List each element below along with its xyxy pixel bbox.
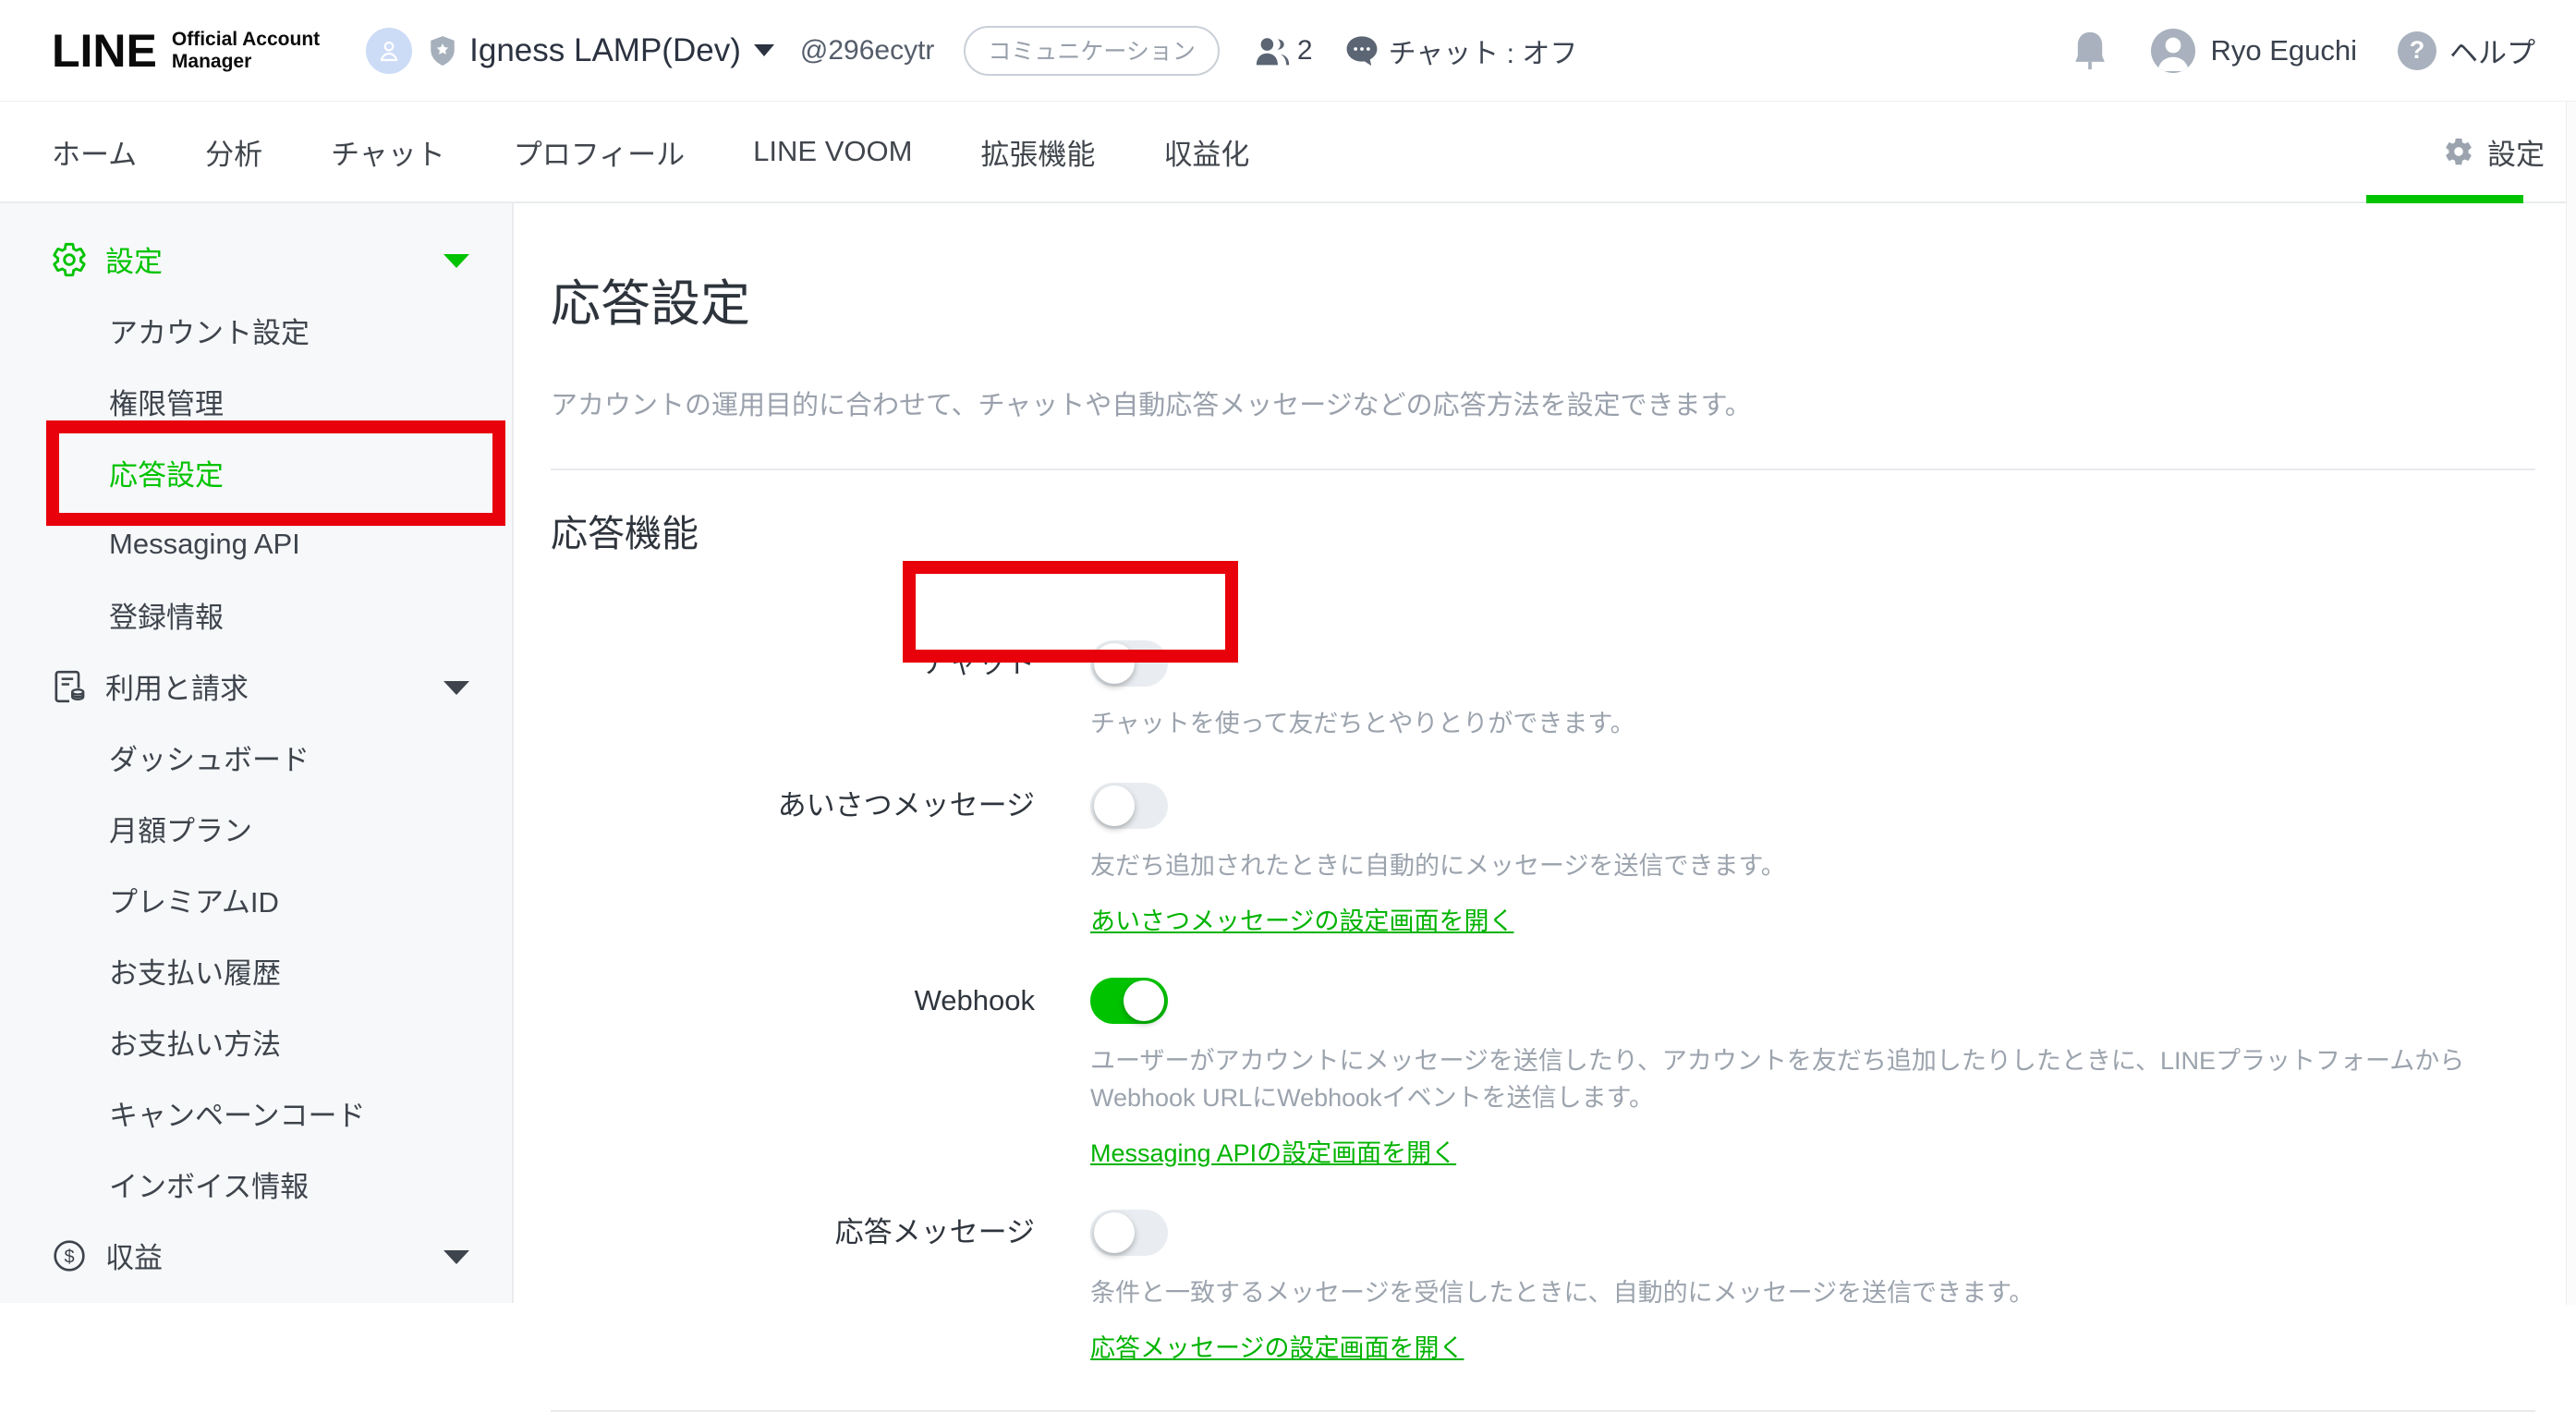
response-settings-form: チャット チャットを使って友だちとやりとりができます。 あいさつメッセージ 友だ…	[551, 640, 2535, 1412]
sidebar-item-registration-info[interactable]: 登録情報	[0, 579, 512, 651]
header-right: Ryo Eguchi ? ヘルプ	[2070, 29, 2535, 73]
sidebar-group-billing-label: 利用と請求	[105, 665, 249, 707]
chat-toggle-description: チャットを使って友だちとやりとりができます。	[1090, 705, 2535, 742]
friends-count: 2	[1253, 34, 1313, 67]
friends-count-value: 2	[1297, 35, 1313, 67]
toggle-knob	[1094, 785, 1135, 826]
svg-text:$: $	[64, 1247, 74, 1267]
greeting-toggle-label: あいさつメッセージ	[551, 783, 1035, 937]
sidebar-item-payment-history[interactable]: お支払い履歴	[0, 935, 512, 1006]
help-icon[interactable]: ?	[2398, 31, 2436, 70]
user-avatar[interactable]	[2151, 29, 2195, 73]
primary-nav: ホーム 分析 チャット プロフィール LINE VOOM 拡張機能 収益化 設定	[0, 102, 2576, 203]
sidebar-item-monthly-plan[interactable]: 月額プラン	[0, 793, 512, 864]
tab-home[interactable]: ホーム	[52, 131, 137, 173]
form-row-response-message: 応答メッセージ 条件と一致するメッセージを受信したときに、自動的にメッセージを送…	[551, 1210, 2535, 1364]
toggle-knob	[1094, 1212, 1135, 1253]
scrollbar-track[interactable]	[2566, 102, 2576, 1305]
active-tab-indicator	[2366, 195, 2523, 203]
section-title-response-features: 応答機能	[551, 504, 2535, 557]
greeting-toggle-description: 友だち追加されたときに自動的にメッセージを送信できます。	[1090, 847, 2535, 884]
person-icon	[375, 37, 403, 65]
gear-icon	[50, 240, 89, 279]
friends-icon	[1253, 34, 1290, 67]
response-message-settings-link[interactable]: 応答メッセージの設定画面を開く	[1090, 1334, 1464, 1362]
help-label[interactable]: ヘルプ	[2449, 30, 2535, 71]
page-subtitle: アカウントの運用目的に合わせて、チャットや自動応答メッセージなどの応答方法を設定…	[551, 383, 2535, 422]
account-selector[interactable]: Igness LAMP(Dev)	[366, 28, 774, 74]
chevron-down-icon	[754, 44, 774, 56]
greeting-settings-link[interactable]: あいさつメッセージの設定画面を開く	[1090, 907, 1513, 935]
response-message-toggle-description: 条件と一致するメッセージを受信したときに、自動的にメッセージを送信できます。	[1090, 1274, 2535, 1311]
line-logo-text: LINE	[52, 24, 157, 78]
line-logo-subtext: Official Account Manager	[172, 29, 320, 73]
webhook-toggle-description: ユーザーがアカウントにメッセージを送信したり、アカウントを友だち追加したりしたと…	[1090, 1042, 2535, 1116]
chevron-down-icon	[444, 254, 469, 268]
notifications-bell-icon[interactable]	[2070, 29, 2110, 73]
tab-settings[interactable]: 設定	[2443, 102, 2545, 201]
sidebar-item-response-settings[interactable]: 応答設定	[0, 437, 512, 508]
line-logo: LINE Official Account Manager	[52, 24, 320, 78]
form-row-chat: チャット チャットを使って友だちとやりとりができます。	[551, 640, 2535, 742]
sidebar-group-billing[interactable]: 利用と請求	[0, 651, 512, 722]
gear-icon	[2443, 136, 2474, 167]
sidebar-item-invoice-info[interactable]: インボイス情報	[0, 1149, 512, 1220]
sidebar-item-payment-method[interactable]: お支払い方法	[0, 1006, 512, 1077]
tab-extensions[interactable]: 拡張機能	[980, 131, 1095, 173]
sidebar-item-premium-id[interactable]: プレミアムID	[0, 864, 512, 935]
page-body: 設定 アカウント設定 権限管理 応答設定 Messaging API 登録情報 …	[0, 203, 2576, 1303]
chat-toggle[interactable]	[1090, 640, 1168, 687]
response-message-toggle-label: 応答メッセージ	[551, 1210, 1035, 1364]
app-header: LINE Official Account Manager Igness LAM…	[0, 0, 2576, 102]
form-row-greeting-message: あいさつメッセージ 友だち追加されたときに自動的にメッセージを送信できます。 あ…	[551, 783, 2535, 937]
main-content: 応答設定 アカウントの運用目的に合わせて、チャットや自動応答メッセージなどの応答…	[514, 203, 2576, 1303]
user-name[interactable]: Ryo Eguchi	[2210, 34, 2357, 67]
tab-monetization[interactable]: 収益化	[1163, 131, 1249, 173]
webhook-toggle[interactable]	[1090, 978, 1168, 1024]
chat-status: チャット : オフ	[1344, 30, 1578, 71]
sidebar-item-messaging-api[interactable]: Messaging API	[0, 508, 512, 579]
sidebar-group-revenue[interactable]: $ 収益	[0, 1220, 512, 1291]
sidebar-group-settings[interactable]: 設定	[0, 224, 512, 295]
billing-document-icon	[50, 667, 89, 706]
settings-sidebar: 設定 アカウント設定 権限管理 応答設定 Messaging API 登録情報 …	[0, 203, 514, 1303]
webhook-toggle-label: Webhook	[551, 978, 1035, 1169]
account-name: Igness LAMP(Dev)	[469, 32, 741, 69]
sidebar-item-permissions[interactable]: 権限管理	[0, 366, 512, 437]
chevron-down-icon	[444, 681, 469, 695]
toggle-knob	[1094, 643, 1135, 684]
greeting-message-toggle[interactable]	[1090, 783, 1168, 829]
messaging-api-settings-link[interactable]: Messaging APIの設定画面を開く	[1090, 1139, 1456, 1167]
sidebar-item-campaign-code[interactable]: キャンペーンコード	[0, 1077, 512, 1149]
verified-badge-icon	[429, 35, 456, 67]
sidebar-group-settings-label: 設定	[105, 238, 163, 280]
response-message-toggle[interactable]	[1090, 1210, 1168, 1256]
chevron-down-icon	[444, 1250, 469, 1264]
tab-analytics[interactable]: 分析	[205, 131, 262, 173]
toggle-knob	[1124, 980, 1164, 1021]
chat-status-label: チャット : オフ	[1389, 30, 1578, 71]
person-icon	[2151, 29, 2195, 73]
account-id: @296ecytr	[800, 35, 935, 67]
sidebar-item-dashboard[interactable]: ダッシュボード	[0, 722, 512, 793]
account-type-badge: コミュニケーション	[964, 26, 1220, 76]
chat-toggle-label: チャット	[551, 640, 1035, 742]
account-avatar	[366, 28, 412, 74]
form-row-webhook: Webhook ユーザーがアカウントにメッセージを送信したり、アカウントを友だち…	[551, 978, 2535, 1169]
chat-bubble-icon	[1344, 34, 1379, 67]
sidebar-item-account-settings[interactable]: アカウント設定	[0, 295, 512, 366]
tab-line-voom[interactable]: LINE VOOM	[753, 135, 912, 168]
page-title: 応答設定	[551, 262, 2535, 335]
sidebar-group-revenue-label: 収益	[105, 1235, 163, 1276]
tab-settings-label: 設定	[2487, 131, 2545, 173]
tab-profile[interactable]: プロフィール	[514, 131, 685, 173]
section-divider	[551, 469, 2535, 470]
tab-chat[interactable]: チャット	[331, 131, 445, 173]
revenue-coin-icon: $	[50, 1236, 89, 1275]
